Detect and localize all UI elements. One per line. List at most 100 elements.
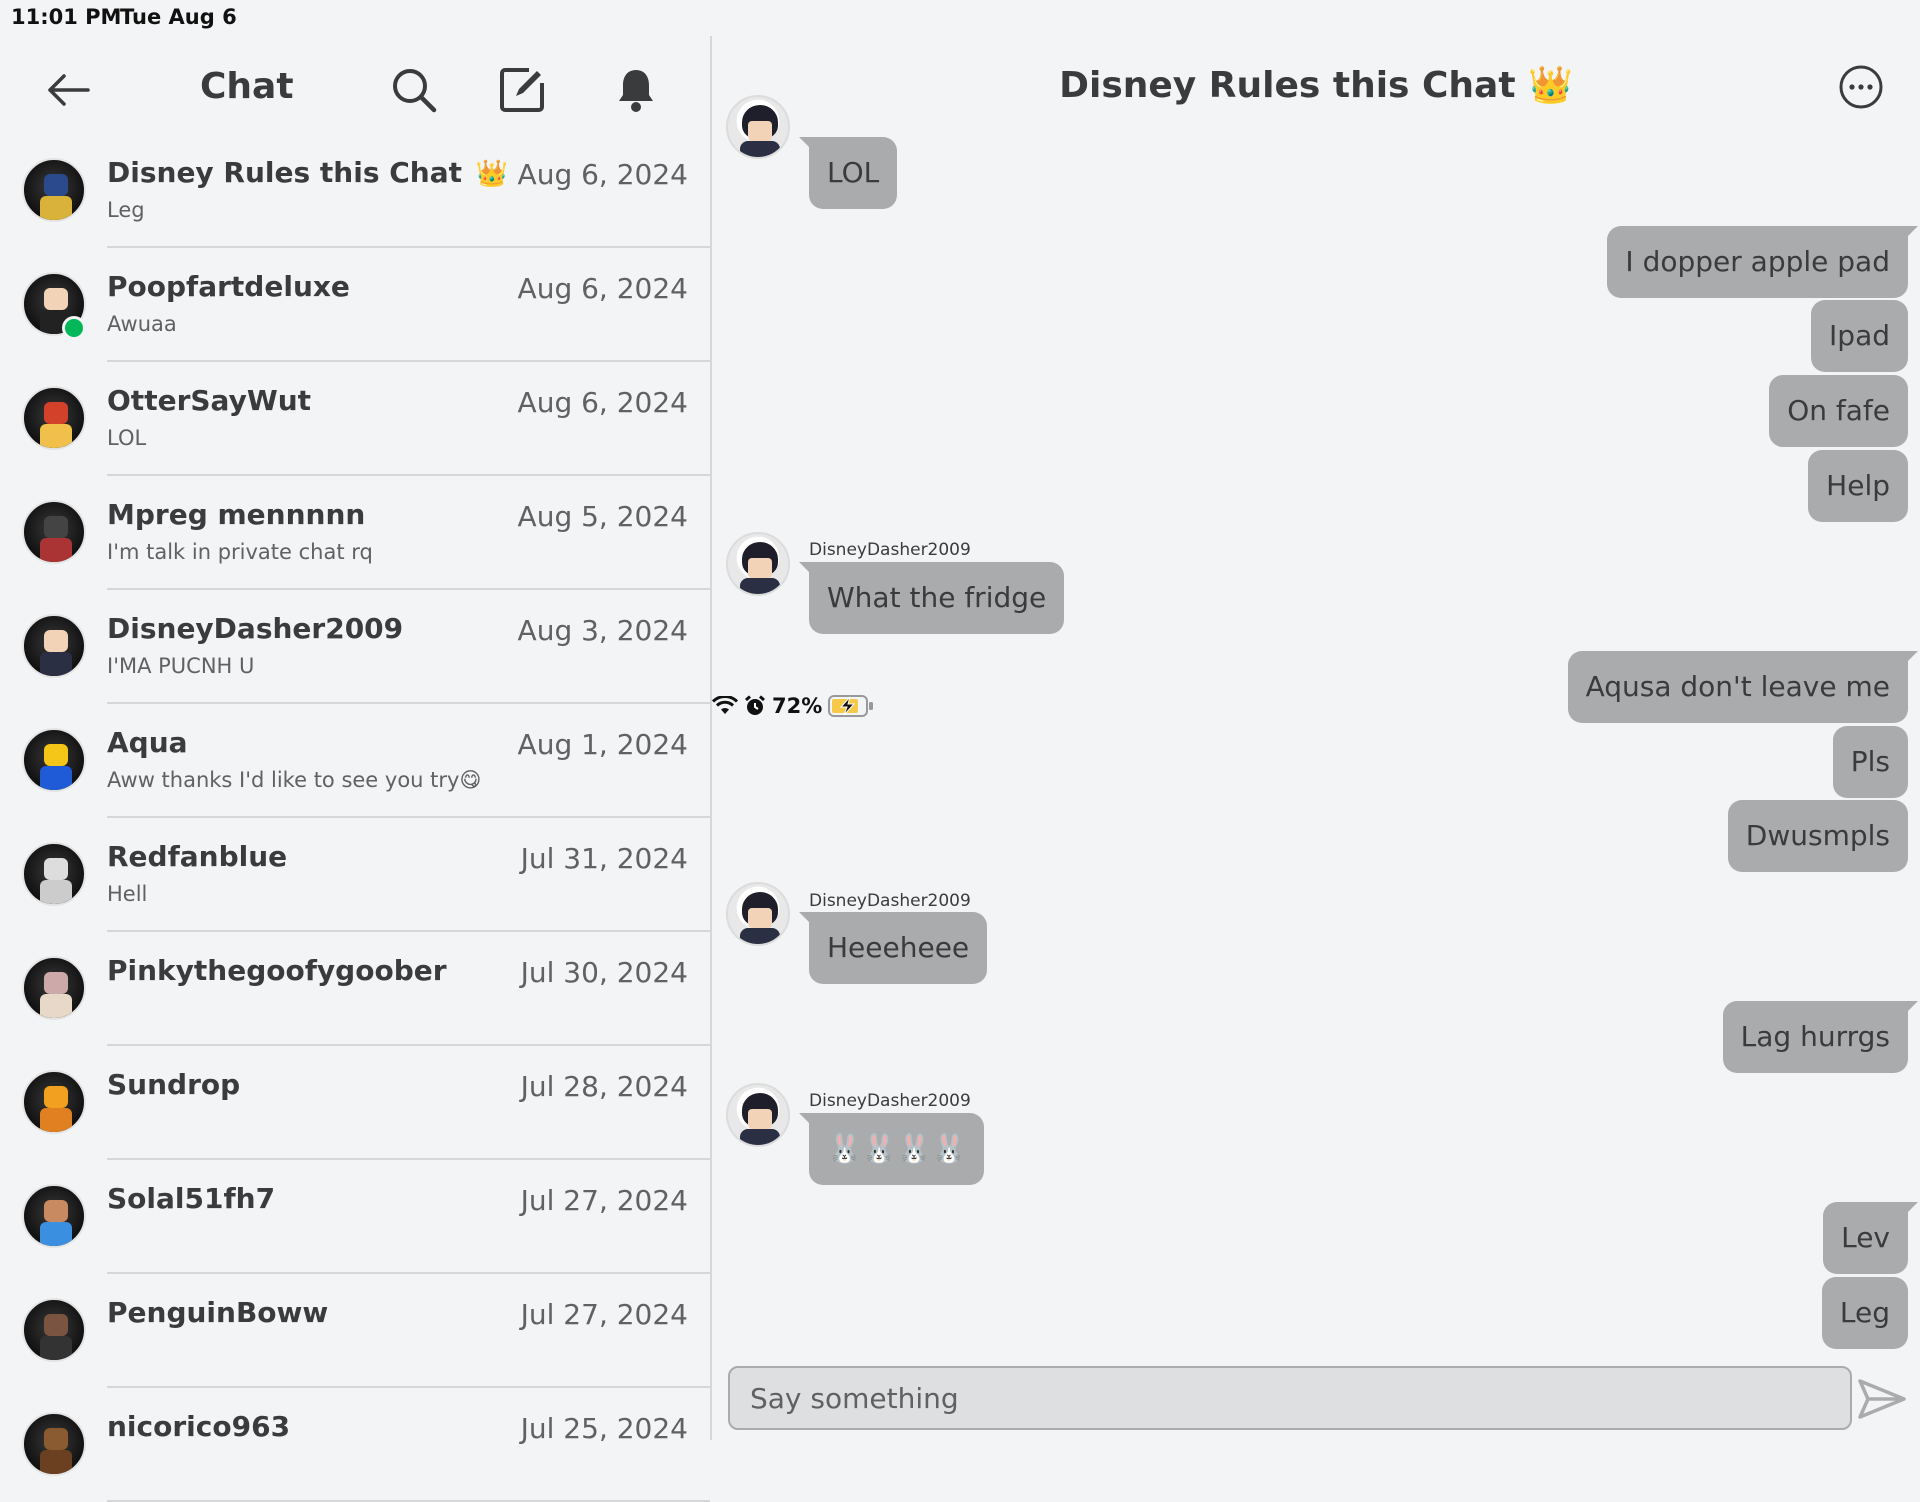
conversation-date: Jul 25, 2024 [520, 1412, 688, 1445]
online-status-dot [62, 316, 86, 340]
conversation-date: Aug 1, 2024 [517, 728, 688, 761]
conversation-preview: Leg [107, 198, 145, 222]
conversation-name: PenguinBoww [107, 1296, 328, 1329]
avatar [22, 1298, 86, 1362]
conversation-name: Poopfartdeluxe [107, 270, 350, 303]
compose-button[interactable] [494, 62, 550, 118]
conversation-preview: Awuaa [107, 312, 177, 336]
send-button[interactable] [1852, 1372, 1912, 1426]
conversation-name-text: DisneyDasher2009 [107, 612, 404, 645]
avatar-head [44, 516, 68, 538]
avatar-body [40, 1450, 72, 1474]
search-icon [393, 69, 437, 113]
conversation-row[interactable]: nicorico963 Jul 25, 2024 [0, 1388, 710, 1502]
incoming-message-bubble[interactable]: LOL [798, 137, 898, 209]
notifications-button[interactable] [608, 62, 664, 118]
avatar-shirt [740, 928, 780, 944]
send-icon [1858, 1379, 1906, 1419]
avatar [22, 956, 86, 1020]
incoming-message-bubble[interactable]: What the fridge [798, 562, 1065, 634]
conversation-date: Jul 31, 2024 [520, 842, 688, 875]
conversation-date: Jul 27, 2024 [520, 1298, 688, 1331]
conversation-name: Redfanblue [107, 840, 287, 873]
message-composer [728, 1366, 1852, 1430]
conversation-name-text: Pinkythegoofygoober [107, 954, 447, 987]
outgoing-message-bubble[interactable]: I dopper apple pad [1607, 226, 1918, 298]
sender-avatar[interactable] [726, 882, 790, 946]
avatar [22, 386, 86, 450]
avatar [22, 614, 86, 678]
conversation-preview: LOL [107, 426, 147, 450]
message-input[interactable] [730, 1368, 1850, 1428]
conversation-name-text: Aqua [107, 726, 188, 759]
conversation-list: Disney Rules this Chat 👑 Aug 6, 2024 Leg Po… [0, 134, 710, 1502]
conversation-name: nicorico963 [107, 1410, 290, 1443]
avatar-body [40, 880, 72, 904]
conversation-date: Aug 3, 2024 [517, 614, 688, 647]
chat-header: Disney Rules this Chat 👑 [712, 36, 1920, 136]
sender-avatar[interactable] [726, 1083, 790, 1147]
chat-title: Disney Rules this Chat 👑 [1059, 65, 1573, 106]
conversation-row[interactable]: Aqua Aug 1, 2024 Aww thanks I'd like to se… [0, 704, 710, 818]
avatar-body [40, 1222, 72, 1246]
outgoing-message-bubble[interactable]: Aqusa don't leave me [1567, 651, 1919, 723]
outgoing-message-bubble[interactable]: Help [1808, 450, 1908, 522]
avatar-head [44, 1428, 68, 1450]
compose-icon [500, 68, 544, 112]
conversation-date: Aug 6, 2024 [517, 158, 688, 191]
avatar-face [748, 558, 772, 578]
search-button[interactable] [386, 62, 442, 118]
outgoing-message-bubble[interactable]: Lev [1823, 1202, 1918, 1274]
outgoing-message-bubble[interactable]: Ipad [1811, 300, 1908, 372]
sender-name: DisneyDasher2009 [809, 540, 971, 560]
conversation-name-text: OtterSayWut [107, 384, 312, 417]
conversation-row[interactable]: PenguinBoww Jul 27, 2024 [0, 1274, 710, 1388]
avatar [22, 1070, 86, 1134]
outgoing-message-bubble[interactable]: Dwusmpls [1727, 800, 1908, 872]
chat-panel: LOL I dopper apple pad Ipad On fafe Help Disn… [712, 36, 1920, 1440]
back-button[interactable] [40, 62, 96, 118]
avatar-body [40, 196, 72, 220]
conversation-row[interactable]: Solal51fh7 Jul 27, 2024 [0, 1160, 710, 1274]
conversation-row[interactable]: Poopfartdeluxe Aug 6, 2024 Awuaa [0, 248, 710, 362]
avatar-head [44, 1086, 68, 1108]
conversation-row[interactable]: Redfanblue Jul 31, 2024 Hell [0, 818, 710, 932]
outgoing-message-bubble[interactable]: On fafe [1769, 375, 1908, 447]
outgoing-message-bubble[interactable]: Leg [1821, 1277, 1908, 1349]
more-icon [1839, 65, 1883, 109]
conversation-name-text: Poopfartdeluxe [107, 270, 350, 303]
conversation-date: Aug 5, 2024 [517, 500, 688, 533]
avatar-body [40, 1108, 72, 1132]
more-options-button[interactable] [1838, 64, 1884, 110]
sender-avatar[interactable] [726, 532, 790, 596]
bell-icon [619, 70, 653, 112]
conversation-row[interactable]: OtterSayWut Aug 6, 2024 LOL [0, 362, 710, 476]
message-list: LOL I dopper apple pad Ipad On fafe Help Disn… [712, 36, 1920, 1349]
avatar [22, 158, 86, 222]
conversation-preview: Aww thanks I'd like to see you try😋 [107, 768, 482, 792]
conversation-date: Jul 27, 2024 [520, 1184, 688, 1217]
conversation-row[interactable]: DisneyDasher2009 Aug 3, 2024 I'MA PUCNH U [0, 590, 710, 704]
incoming-message-bubble[interactable]: 🐰🐰🐰🐰 [798, 1113, 985, 1185]
conversation-date: Jul 28, 2024 [520, 1070, 688, 1103]
conversation-row[interactable]: Mpreg mennnnn Aug 5, 2024 I'm talk in priv… [0, 476, 710, 590]
outgoing-message-bubble[interactable]: Pls [1832, 726, 1908, 798]
conversation-name: DisneyDasher2009 [107, 612, 403, 645]
avatar-body [40, 538, 72, 562]
outgoing-message-bubble[interactable]: Lag hurrgs [1722, 1001, 1919, 1073]
crown-emoji: 👑 [475, 159, 509, 189]
avatar-body [40, 652, 72, 676]
incoming-message-bubble[interactable]: Heeeheee [798, 912, 988, 984]
conversation-name-text: nicorico963 [107, 1410, 291, 1443]
conversation-row[interactable]: Pinkythegoofygoober Jul 30, 2024 [0, 932, 710, 1046]
conversation-name: Aqua [107, 726, 188, 759]
conversation-name: Disney Rules this Chat 👑 [107, 156, 508, 189]
avatar-face [748, 908, 772, 928]
avatar-body [40, 994, 72, 1018]
status-date: Tue Aug 6 [120, 5, 237, 29]
avatar-shirt [740, 141, 780, 157]
conversation-row[interactable]: Sundrop Jul 28, 2024 [0, 1046, 710, 1160]
sender-name: DisneyDasher2009 [809, 1091, 971, 1111]
conversation-name-text: Sundrop [107, 1068, 241, 1101]
conversation-row[interactable]: Disney Rules this Chat 👑 Aug 6, 2024 Leg [0, 134, 710, 248]
